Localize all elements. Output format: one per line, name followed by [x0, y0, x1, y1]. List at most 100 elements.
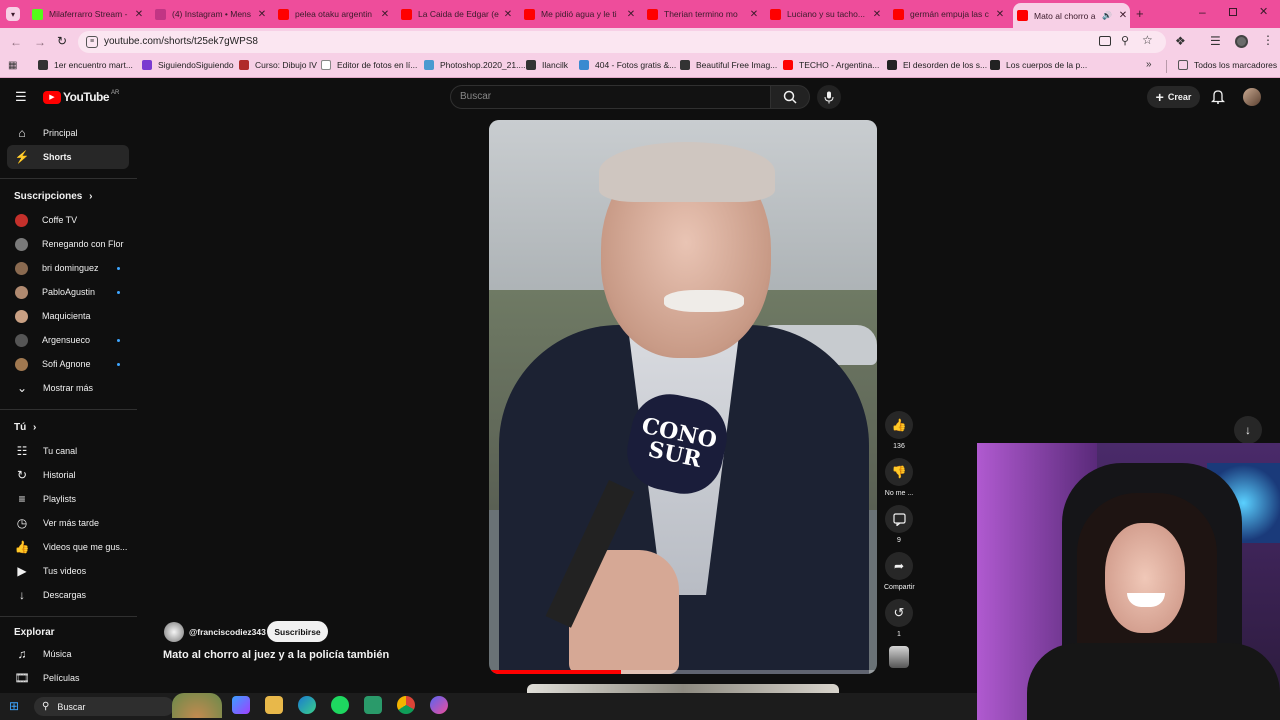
remix-button[interactable]: ↺ 1 [884, 599, 914, 638]
taskbar-search[interactable]: ⚲ Buscar [34, 697, 174, 716]
url-text[interactable]: youtube.com/shorts/t25ek7gWPS8 [104, 36, 258, 47]
bookmark-item[interactable]: Photoshop.2020_21.... [424, 60, 526, 70]
notifications-bell-icon[interactable] [1210, 89, 1226, 104]
bookmark-item[interactable]: Editor de fotos en lí... [321, 60, 417, 70]
sidebar-item-subscription[interactable]: Maquicienta [7, 304, 129, 328]
bookmark-item[interactable]: SiguiendoSiguiendo [142, 60, 234, 70]
all-bookmarks-folder[interactable]: Todos los marcadores [1178, 60, 1277, 70]
bookmark-item[interactable]: Beautiful Free Imag... [680, 60, 777, 70]
bookmark-item[interactable]: 404 - Fotos gratis &... [579, 60, 676, 70]
sidebar-item-shorts[interactable]: ⚡ Shorts [7, 145, 129, 169]
more-bookmarks-icon[interactable]: » [1146, 59, 1152, 70]
channel-avatar[interactable] [164, 622, 184, 642]
bookmark-item[interactable]: Los cuerpos de la p... [990, 60, 1087, 70]
install-app-icon[interactable] [1099, 36, 1111, 46]
short-title[interactable]: Mato al chorro al juez y a la policía ta… [163, 649, 389, 661]
subscriptions-heading[interactable]: Suscripciones › [14, 191, 92, 202]
channel-handle[interactable]: @franciscodiez343 [189, 627, 266, 637]
share-button[interactable]: ➦ Compartir [884, 552, 915, 591]
sidebar-item-subscription[interactable]: bri dominguez [7, 256, 129, 280]
sidebar-item-watch-later[interactable]: ◷ Ver más tarde [7, 511, 129, 535]
video-progress-bar[interactable] [489, 670, 877, 674]
sidebar-item-movies[interactable]: 🎞 Películas [7, 666, 129, 690]
sidebar-item-subscription[interactable]: Renegando con Flor [7, 232, 129, 256]
browser-menu-icon[interactable]: ⋮ [1262, 33, 1274, 47]
sidebar-item-channel[interactable]: ☷ Tu canal [7, 439, 129, 463]
site-info-icon[interactable]: ≡ [86, 36, 98, 48]
edge-browser-icon[interactable] [298, 696, 316, 714]
voice-search-button[interactable] [817, 85, 841, 109]
bookmark-item[interactable]: 1er encuentro mart... [38, 60, 133, 70]
chrome-icon[interactable] [397, 696, 415, 714]
back-arrow-icon[interactable]: ← [10, 35, 22, 49]
profile-avatar[interactable] [1235, 35, 1248, 48]
show-more-button[interactable]: ⌄ Mostrar más [7, 376, 129, 400]
discord-icon[interactable] [430, 696, 448, 714]
you-heading[interactable]: Tú › [14, 422, 36, 433]
forward-arrow-icon[interactable]: → [34, 35, 46, 49]
subscribe-button[interactable]: Suscribirse [267, 621, 328, 642]
file-explorer-icon[interactable] [265, 696, 283, 714]
like-button[interactable]: 👍 136 [884, 411, 914, 450]
youtube-logo[interactable]: ▶ YouTube AR [43, 90, 119, 104]
youtube-menu-icon[interactable]: ☰ [15, 89, 27, 105]
sidebar-item-liked-videos[interactable]: 👍 Videos que me gus... [7, 535, 129, 559]
sidebar-item-playlists[interactable]: ≡ Playlists [7, 487, 129, 511]
sidebar-item-subscription[interactable]: Coffe TV [7, 208, 129, 232]
bookmark-item[interactable]: TECHO - Argentina... [783, 60, 879, 70]
tab[interactable]: Me pidió agua y le ti ✕ [520, 4, 638, 24]
tab-close-icon[interactable]: ✕ [132, 9, 146, 20]
tab[interactable]: Luciano y su tacho... ✕ [766, 4, 884, 24]
tab-list-dropdown[interactable]: ▾ [6, 7, 20, 21]
widget-thumbnail[interactable] [172, 693, 222, 718]
bookmark-item[interactable]: El desorden de los s... [887, 60, 987, 70]
tab-active[interactable]: Mato al chorro a 🔊 ✕ [1013, 3, 1130, 28]
tab-close-icon[interactable]: ✕ [1116, 10, 1130, 21]
sound-thumbnail[interactable] [889, 646, 909, 668]
tab[interactable]: Therian termino mo ✕ [643, 4, 761, 24]
tab-close-icon[interactable]: ✕ [870, 9, 884, 20]
extensions-icon[interactable]: ❖ [1175, 34, 1186, 48]
sidebar-item-your-videos[interactable]: ▶ Tus videos [7, 559, 129, 583]
close-window-button[interactable]: ✕ [1259, 5, 1268, 18]
tab-close-icon[interactable]: ✕ [993, 9, 1007, 20]
minimize-button[interactable]: – [1199, 5, 1206, 19]
create-button[interactable]: + Crear [1147, 86, 1200, 108]
sidebar-item-subscription[interactable]: Argensueco [7, 328, 129, 352]
tab[interactable]: (4) Instagram • Mens ✕ [151, 4, 269, 24]
tab[interactable]: La Caida de Edgar (e ✕ [397, 4, 515, 24]
reload-icon[interactable]: ↻ [57, 34, 67, 48]
comments-button[interactable]: 9 [884, 505, 914, 544]
sidebar-item-history[interactable]: ↻ Historial [7, 463, 129, 487]
sidebar-item-subscription[interactable]: PabloAgustin [7, 280, 129, 304]
start-button[interactable]: ⊞ [9, 699, 19, 713]
media-controls-icon[interactable]: ☰ [1210, 34, 1221, 48]
new-tab-button[interactable]: + [1136, 6, 1144, 21]
tab[interactable]: Milaferrarro Stream - ✕ [28, 4, 146, 24]
sidebar-item-subscription[interactable]: Sofi Agnone [7, 352, 129, 376]
dislike-button[interactable]: 👎 No me ... [884, 458, 914, 497]
tab-close-icon[interactable]: ✕ [747, 9, 761, 20]
bookmark-star-icon[interactable]: ☆ [1142, 33, 1153, 47]
account-avatar[interactable] [1243, 88, 1261, 106]
store-app-icon[interactable] [364, 696, 382, 714]
tab-close-icon[interactable]: ✕ [624, 9, 638, 20]
audio-playing-icon[interactable]: 🔊 [1102, 11, 1112, 20]
bookmark-item[interactable]: Ilancilk [526, 60, 568, 70]
sidebar-item-home[interactable]: ⌂ Principal [7, 121, 129, 145]
search-button[interactable] [770, 85, 810, 109]
maximize-button[interactable] [1229, 8, 1237, 16]
bookmark-item[interactable]: Curso: Dibujo IV [239, 60, 317, 70]
sidebar-item-downloads[interactable]: ↓ Descargas [7, 583, 129, 607]
copilot-icon[interactable] [232, 696, 250, 714]
sidebar-item-music[interactable]: ♫ Música [7, 642, 129, 666]
zoom-icon[interactable]: ⚲ [1121, 34, 1129, 47]
tab-close-icon[interactable]: ✕ [378, 9, 392, 20]
tab[interactable]: pelea otaku argentin ✕ [274, 4, 392, 24]
apps-grid-icon[interactable]: ▦ [8, 60, 17, 71]
spotify-icon[interactable] [331, 696, 349, 714]
short-video-player[interactable]: CONO SUR [489, 120, 877, 674]
search-input[interactable]: Buscar [450, 85, 771, 109]
tab-close-icon[interactable]: ✕ [255, 9, 269, 20]
scroll-down-button[interactable]: ↓ [1234, 416, 1262, 444]
